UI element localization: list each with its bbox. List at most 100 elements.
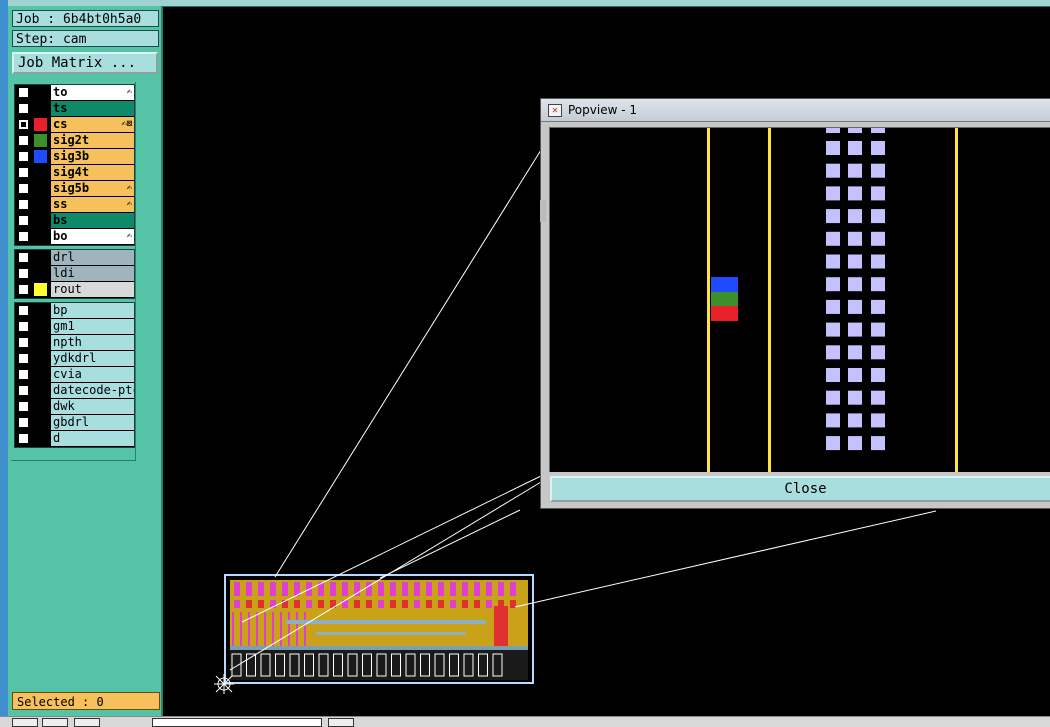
layer-name[interactable]: ts [51,101,134,116]
popview-canvas[interactable] [549,127,1050,472]
layer-checkbox[interactable] [18,231,29,242]
layer-checkbox[interactable] [18,167,29,178]
layer-row-to[interactable]: to ✍ [15,85,134,100]
smd-pad [438,582,444,596]
layer-row-ydkdrl[interactable]: ydkdrl [15,351,134,366]
layer-name[interactable]: to ✍ [51,85,134,100]
close-button[interactable]: Close [550,476,1050,502]
layer-row-gbdrl[interactable]: gbdrl [15,415,134,430]
layer-row-d[interactable]: d [15,431,134,446]
layer-name[interactable]: ss ✍ [51,197,134,212]
via-pad [826,277,840,292]
layer-name[interactable]: gbdrl [51,415,134,430]
pcb-board-view[interactable] [224,574,534,684]
layer-row-bs[interactable]: bs [15,213,134,228]
via-pad [826,390,840,405]
layer-row-drl[interactable]: drl [15,250,134,265]
layer-checkbox[interactable] [18,252,29,263]
layer-row-ss[interactable]: ss ✍ [15,197,134,212]
layer-checkbox[interactable] [18,135,29,146]
smd-pad [330,582,336,596]
layer-name[interactable]: dwk [51,399,134,414]
layer-checkbox[interactable] [18,305,29,316]
via-pad [826,163,840,178]
board-layer-group: to ✍ ts cs ✍⊠ sig2t sig3b sig4t sig5b ✍ ss ✍ bs bo ✍ [14,84,135,246]
layer-color-swatch[interactable] [34,118,47,131]
layer-checkbox[interactable] [18,417,29,428]
layer-checkbox[interactable] [18,337,29,348]
job-matrix-button[interactable]: Job Matrix ... [12,52,158,74]
layer-row-datecode-ptc[interactable]: datecode-ptc [15,383,134,398]
smd-pad [246,600,252,608]
layer-row-dwk[interactable]: dwk [15,399,134,414]
layer-name[interactable]: d [51,431,134,446]
layer-name[interactable]: ydkdrl [51,351,134,366]
layer-row-sig3b[interactable]: sig3b [15,149,134,164]
layer-row-npth[interactable]: npth [15,335,134,350]
layer-panel: Job : 6b4bt0h5a0 Step: cam Job Matrix ..… [8,6,163,716]
layer-name[interactable]: ldi [51,266,134,281]
layer-checkbox[interactable] [18,284,29,295]
layer-color-swatch[interactable] [34,134,47,147]
smd-pad [354,582,360,596]
layer-checkbox[interactable] [18,87,29,98]
scroll-handle[interactable] [540,200,546,222]
layer-checkbox[interactable] [18,321,29,332]
popview-window[interactable]: ✕ Popview - 1 Close [540,98,1050,509]
smd-pad [306,582,312,596]
via-pad [871,390,885,405]
layer-name[interactable]: bo ✍ [51,229,134,244]
smd-pad [318,600,324,608]
layer-name[interactable]: sig3b [51,149,134,164]
window-app-icon: ✕ [548,104,562,117]
layer-row-ldi[interactable]: ldi [15,266,134,281]
trace [230,646,528,650]
layer-name[interactable]: cs ✍⊠ [51,117,134,132]
popview-titlebar[interactable]: ✕ Popview - 1 [541,99,1050,122]
layer-row-gm1[interactable]: gm1 [15,319,134,334]
smd-pad [354,600,360,608]
layer-row-cvia[interactable]: cvia [15,367,134,382]
layer-checkbox[interactable] [18,103,29,114]
layer-name[interactable]: bs [51,213,134,228]
layer-checkbox[interactable] [18,183,29,194]
layer-row-sig4t[interactable]: sig4t [15,165,134,180]
trace [286,620,486,624]
layer-name[interactable]: sig4t [51,165,134,180]
layer-name[interactable]: sig2t [51,133,134,148]
red-pad [711,306,738,321]
layer-row-sig2t[interactable]: sig2t [15,133,134,148]
layer-name[interactable]: npth [51,335,134,350]
layer-row-rout[interactable]: rout [15,282,134,297]
layer-checkbox[interactable] [18,151,29,162]
layer-name[interactable]: bp [51,303,134,318]
via-pad [871,322,885,337]
layer-color-swatch[interactable] [34,150,47,163]
layer-checkbox[interactable] [18,385,29,396]
layer-name[interactable]: cvia [51,367,134,382]
layer-checkbox[interactable] [18,401,29,412]
layer-name[interactable]: rout [51,282,134,297]
layer-checkbox[interactable] [18,199,29,210]
layer-checkbox[interactable] [18,369,29,380]
layer-row-cs[interactable]: cs ✍⊠ [15,117,134,132]
layer-checkbox[interactable] [18,353,29,364]
layer-name[interactable]: gm1 [51,319,134,334]
smd-pad [282,582,288,596]
layer-checkbox[interactable] [18,268,29,279]
smd-pad [462,582,468,596]
smd-pad [426,582,432,596]
layer-row-sig5b[interactable]: sig5b ✍ [15,181,134,196]
layer-checkbox[interactable] [18,433,29,444]
layer-name[interactable]: datecode-ptc [51,383,134,398]
layer-row-bo[interactable]: bo ✍ [15,229,134,244]
layer-row-bp[interactable]: bp [15,303,134,318]
via-pad [871,209,885,224]
via-pad [848,368,862,382]
layer-name[interactable]: sig5b ✍ [51,181,134,196]
layer-checkbox[interactable] [18,215,29,226]
layer-row-ts[interactable]: ts [15,101,134,116]
layer-checkbox[interactable] [18,119,29,130]
layer-name[interactable]: drl [51,250,134,265]
layer-color-swatch[interactable] [34,283,47,296]
